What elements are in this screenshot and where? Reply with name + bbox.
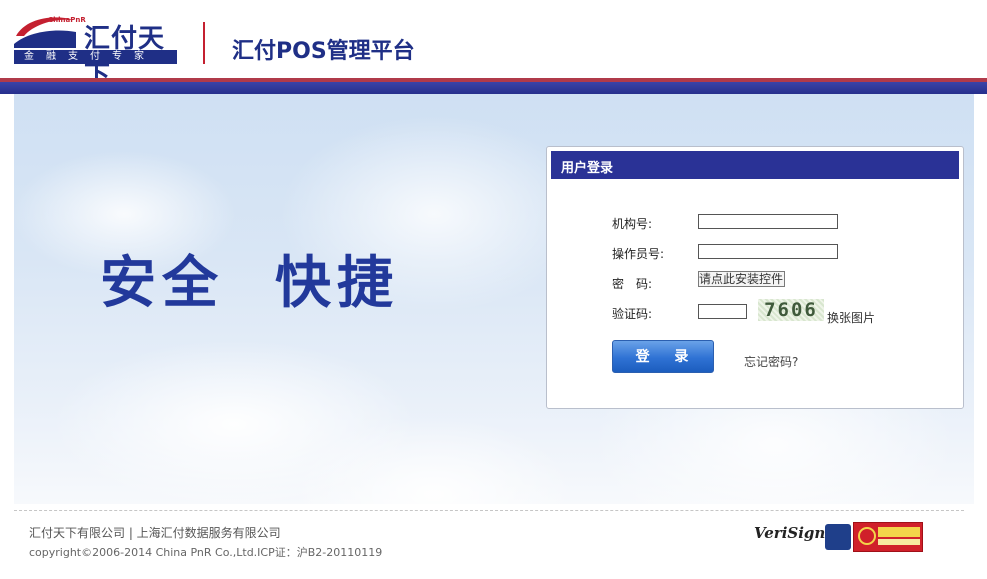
footer-divider [14, 510, 964, 511]
logo-tagline: 金融支付专家 [14, 50, 177, 64]
login-panel-header: 用户登录 [551, 151, 959, 179]
operator-input[interactable] [698, 244, 838, 259]
badge-emblem-icon [858, 527, 876, 545]
login-panel: 用户登录 机构号: 操作员号: 密 码: 请点此安装控件 验证码: 7606 换… [546, 146, 964, 409]
login-title: 用户登录 [561, 161, 614, 176]
header-blue-stripe [0, 82, 987, 94]
banner-slogan: 安全 快捷 [100, 251, 399, 316]
install-password-control-link[interactable]: 请点此安装控件 [698, 271, 785, 287]
captcha-input[interactable] [698, 304, 747, 319]
verisign-logo[interactable]: VeriSign [754, 524, 825, 542]
captcha-label: 验证码: [612, 307, 653, 321]
header: ChinaPnR 汇付天下 金融支付专家 汇付POS管理平台 [0, 0, 987, 91]
company-logo[interactable]: ChinaPnR 汇付天下 金融支付专家 [14, 14, 177, 91]
institution-input[interactable] [698, 214, 838, 229]
page-title: 汇付POS管理平台 [232, 39, 415, 64]
forgot-password-link[interactable]: 忘记密码? [744, 353, 798, 370]
badge-text-bar [878, 527, 920, 537]
captcha-image[interactable]: 7606 [758, 299, 824, 321]
login-button[interactable]: 登 录 [612, 340, 714, 373]
header-divider [203, 22, 205, 64]
refresh-captcha-link[interactable]: 换张图片 [827, 309, 875, 326]
institution-label: 机构号: [612, 217, 653, 231]
footer-copyright: copyright©2006-2014 China PnR Co.,Ltd.IC… [29, 546, 383, 559]
badge-text-bar-2 [878, 539, 920, 545]
password-label: 密 码: [612, 277, 653, 291]
security-badge-icon[interactable] [825, 524, 851, 550]
operator-label: 操作员号: [612, 247, 665, 261]
logo-small-text: ChinaPnR [48, 16, 86, 24]
certification-badge-icon[interactable] [853, 522, 923, 552]
footer-companies: 汇付天下有限公司 | 上海汇付数据服务有限公司 [29, 526, 281, 540]
